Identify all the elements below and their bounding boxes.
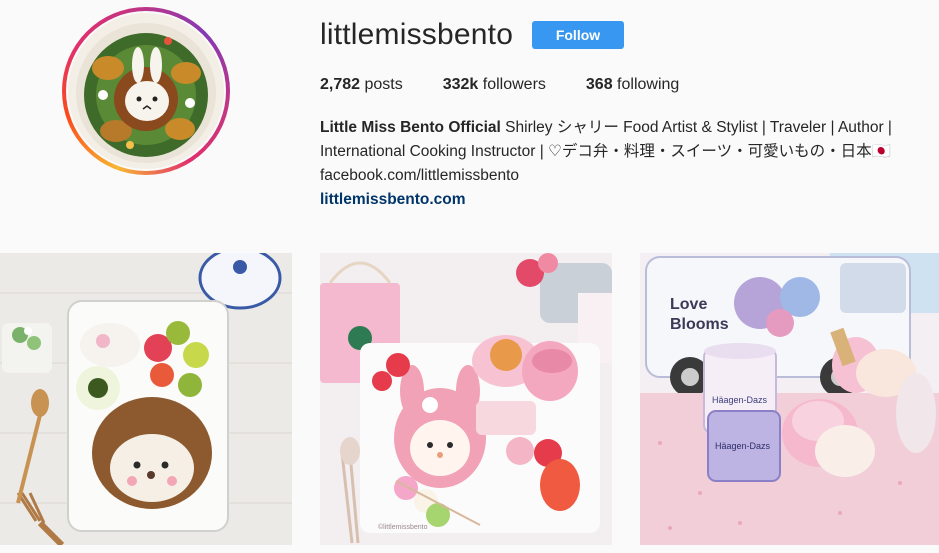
posts-grid: ©littlemissbento Love Blooms Häagen-Dazs… (0, 253, 939, 553)
profile-bio: Little Miss Bento Official Shirley シャリー … (320, 116, 930, 212)
follow-button[interactable]: Follow (532, 21, 624, 49)
profile-avatar[interactable] (68, 13, 224, 169)
bio-line-1: Little Miss Bento Official Shirley シャリー … (320, 116, 930, 140)
bunny-bento-avatar-image (68, 13, 224, 169)
posts-count: 2,782 (320, 76, 361, 93)
pink-sweets-plate-image: ©littlemissbento (320, 253, 612, 545)
truck-text-blooms: Blooms (670, 316, 729, 333)
following-label: following (612, 76, 680, 93)
bio-full-name: Little Miss Bento Official (320, 119, 501, 136)
following-stat[interactable]: 368 following (586, 76, 679, 94)
post-tile-2[interactable]: ©littlemissbento (320, 253, 612, 545)
bio-line-3: facebook.com/littlemissbento (320, 167, 520, 184)
love-blooms-icecream-image: Love Blooms Häagen-Dazs Häagen-Dazs (640, 253, 939, 545)
bio-description: Shirley シャリー Food Artist & Stylist | Tra… (500, 119, 892, 136)
profile-username: littlemissbento (320, 18, 514, 51)
posts-stat: 2,782 posts (320, 76, 403, 94)
post-tile-1[interactable] (0, 253, 292, 545)
posts-label: posts (360, 76, 403, 93)
profile-avatar-ring[interactable] (62, 7, 230, 175)
followers-stat[interactable]: 332k followers (443, 76, 546, 94)
following-count: 368 (585, 76, 613, 93)
hedgehog-bento-image (0, 253, 292, 545)
tub-brand-2: Häagen-Dazs (715, 441, 771, 451)
followers-count: 332k (442, 76, 479, 93)
post-tile-3[interactable]: Love Blooms Häagen-Dazs Häagen-Dazs (640, 253, 939, 545)
tub-brand-1: Häagen-Dazs (712, 395, 768, 405)
bio-line-2: International Cooking Instructor | ♡デコ弁・… (320, 143, 891, 160)
followers-label: followers (478, 76, 546, 93)
truck-text-love: Love (670, 296, 707, 313)
watermark-text: ©littlemissbento (378, 523, 428, 531)
bio-website-link[interactable]: littlemissbento.com (320, 188, 930, 212)
profile-stats: 2,782 posts 332k followers 368 following (320, 76, 719, 94)
